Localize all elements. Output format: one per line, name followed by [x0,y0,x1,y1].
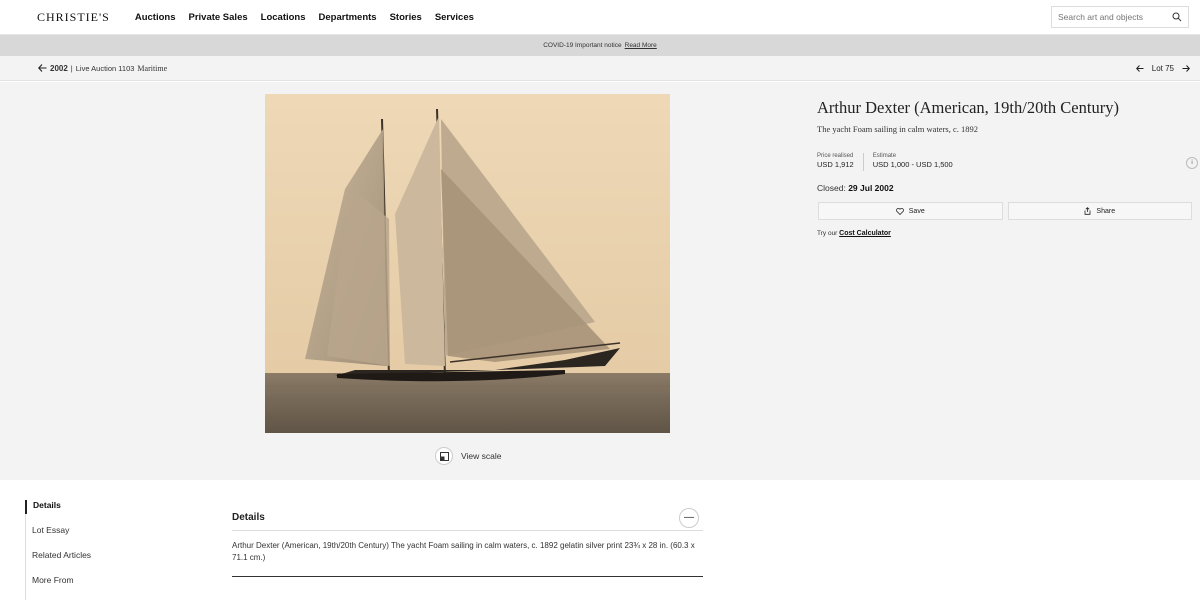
cost-calculator-row: Try our Cost Calculator [817,230,1192,237]
christies-logo[interactable]: CHRISTIE'S [37,10,110,25]
main-nav: Auctions Private Sales Locations Departm… [135,12,474,23]
breadcrumb-sale-prefix[interactable]: Live Auction 1103 [76,64,135,73]
price-realised: Price realised USD 1,912 [817,153,854,169]
lot-details-section: Details Lot Essay Related Articles More … [0,480,1200,600]
estimate-value: USD 1,000 - USD 1,500 [872,160,953,169]
closed-date: Closed: 29 Jul 2002 [817,183,1192,193]
lot-subtitle: The yacht Foam sailing in calm waters, c… [817,124,978,134]
search-icon[interactable] [1172,12,1182,22]
lot-info-panel: Arthur Dexter (American, 19th/20th Centu… [817,98,1198,237]
details-text: Arthur Dexter (American, 19th/20th Centu… [232,541,695,562]
lot-navigation: Lot 75 [1135,63,1190,73]
section-sidebar: Details Lot Essay Related Articles More … [25,500,91,600]
share-icon [1085,207,1091,215]
breadcrumb: 2002 | Live Auction 1103 Maritime [38,64,167,73]
details-heading: Details [232,512,265,523]
sidebar-item-lot-essay[interactable]: Lot Essay [26,525,91,550]
estimate-label: Estimate [872,153,897,159]
search-input[interactable] [1058,12,1172,22]
arrow-left-icon[interactable] [38,64,47,72]
closed-label: Closed: [817,183,846,193]
sidebar-item-details[interactable]: Details [25,500,91,514]
price-realised-value: USD 1,912 [817,160,854,169]
save-label: Save [908,207,925,215]
yacht-photograph [265,94,670,433]
details-divider [232,576,703,577]
next-lot-icon[interactable] [1182,64,1190,72]
sidebar-item-more-from[interactable]: More From [26,575,91,600]
price-realised-label: Price realised [817,153,854,159]
share-button[interactable]: Share [1007,202,1192,220]
save-button[interactable]: Save [818,202,1003,220]
site-header: CHRISTIE'S Auctions Private Sales Locati… [0,0,1200,35]
nav-departments[interactable]: Departments [319,12,377,23]
collapse-icon[interactable]: — [679,507,699,528]
cost-calculator-link[interactable]: Cost Calculator [839,230,891,237]
lot-title: Arthur Dexter (American, 19th/20th Centu… [817,98,1119,117]
view-scale-label: View scale [461,451,502,461]
notice-text: COVID-19 Important notice [543,42,622,49]
breadcrumb-separator: | [70,63,73,73]
closed-date-value: 29 Jul 2002 [848,183,894,193]
read-more-link[interactable]: Read More [625,42,657,49]
view-scale-icon [435,447,453,465]
lot-number: Lot 75 [1151,63,1174,73]
price-divider [862,153,864,171]
lot-image[interactable] [265,94,670,433]
view-scale-button[interactable]: View scale [435,447,501,465]
nav-services[interactable]: Services [435,12,474,23]
breadcrumb-sale-name[interactable]: Maritime [137,64,167,73]
details-header: Details — [232,505,703,531]
lot-actions: Save Share [818,202,1192,220]
nav-private-sales[interactable]: Private Sales [188,12,247,23]
heart-icon [895,207,904,215]
breadcrumb-bar: 2002 | Live Auction 1103 Maritime Lot 75 [0,56,1200,81]
breadcrumb-year[interactable]: 2002 [50,64,68,73]
previous-lot-icon[interactable] [1135,64,1144,72]
info-icon[interactable]: i [1186,157,1198,169]
covid-notice-bar: COVID-19 Important notice Read More [0,35,1200,56]
sidebar-item-related-articles[interactable]: Related Articles [26,550,91,575]
price-row: Price realised USD 1,912 Estimate USD 1,… [817,153,1198,171]
nav-locations[interactable]: Locations [261,12,306,23]
lot-main-area: View scale Arthur Dexter (American, 19th… [0,82,1200,480]
estimate: Estimate USD 1,000 - USD 1,500 [873,153,953,169]
nav-stories[interactable]: Stories [390,12,422,23]
share-label: Share [1096,207,1116,215]
search-box [1051,6,1189,28]
nav-auctions[interactable]: Auctions [135,12,176,23]
calc-prefix: Try our [817,230,838,237]
